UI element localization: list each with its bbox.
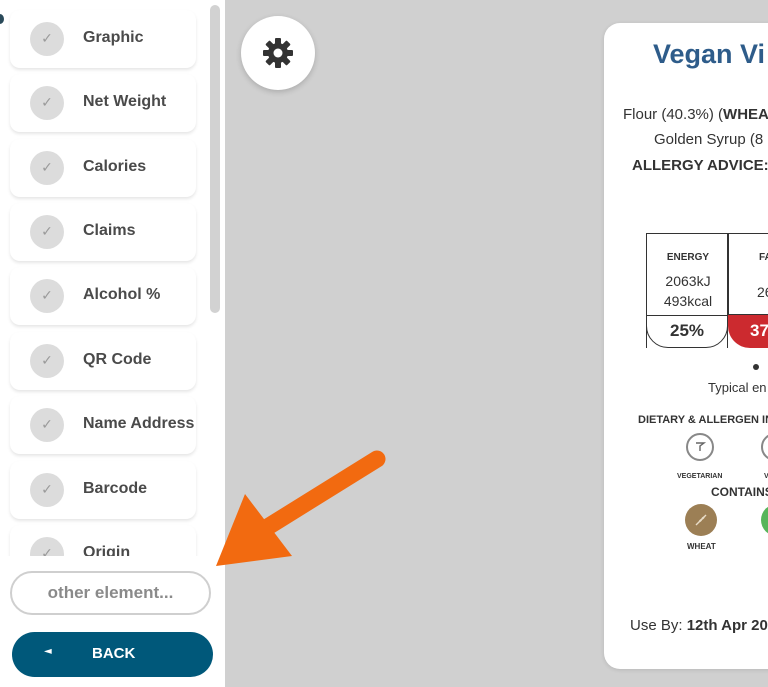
dietary-heading: DIETARY & ALLERGEN IN — [638, 414, 768, 426]
ingredients-line-2: Golden Syrup (8 — [654, 131, 764, 148]
sidebar-item-net-weight[interactable]: ✓ Net Weight — [10, 74, 196, 132]
allergy-advice: ALLERGY ADVICE: I — [632, 157, 768, 174]
contains-heading: CONTAINS — [711, 485, 768, 499]
check-icon[interactable]: ✓ — [30, 151, 64, 185]
back-button[interactable]: ◄ BACK — [12, 632, 213, 677]
vegetarian-icon — [686, 433, 714, 461]
wheat-label: WHEAT — [687, 542, 716, 551]
other-element-input[interactable] — [10, 571, 211, 615]
typical-energy-note: Typical en — [708, 380, 767, 395]
sidebar-item-label: Name Address — [83, 415, 195, 432]
sidebar-item-label: Origin — [83, 544, 131, 556]
check-icon[interactable]: ✓ — [30, 279, 64, 313]
use-by-prefix: Use By: — [630, 617, 687, 634]
ingredients-line: Flour (40.3%) (WHEA — [623, 106, 768, 123]
sidebar-item-alcohol[interactable]: ✓ Alcohol % — [10, 267, 196, 325]
fat-title: FA — [759, 252, 768, 263]
vegan-icon — [761, 433, 768, 461]
sidebar-item-barcode[interactable]: ✓ Barcode — [10, 461, 196, 519]
check-icon[interactable]: ✓ — [30, 344, 64, 378]
energy-kj: 2063kJ — [665, 273, 711, 289]
sidebar-item-label: Barcode — [83, 480, 148, 497]
sidebar-item-name-address[interactable]: ✓ Name Address — [10, 396, 196, 454]
check-icon[interactable]: ✓ — [30, 473, 64, 507]
ingredients-text: Flour (40.3%) ( — [623, 106, 724, 123]
allergen-icon — [761, 504, 768, 536]
energy-kcal: 493kcal — [663, 293, 713, 309]
energy-title: ENERGY — [666, 252, 710, 263]
fat-box: FA 26 — [728, 233, 768, 315]
sidebar-item-calories[interactable]: ✓ Calories — [10, 139, 196, 197]
sidebar-item-label: QR Code — [83, 351, 152, 368]
sidebar-item-claims[interactable]: ✓ Claims — [10, 203, 196, 261]
sidebar-item-qr-code[interactable]: ✓ QR Code — [10, 332, 196, 390]
sidebar-item-label: Graphic — [83, 29, 144, 46]
sidebar-item-label: Claims — [83, 222, 136, 239]
use-by-date: 12th Apr 20 — [686, 617, 768, 634]
element-panel: ✓ Graphic ✓ Net Weight ✓ Calories ✓ Clai… — [0, 0, 225, 687]
back-arrow-icon: ◄ — [44, 646, 52, 657]
gear-icon — [263, 38, 293, 68]
fat-percent: 37 — [728, 315, 768, 348]
back-label: BACK — [92, 645, 136, 662]
scrollbar-thumb[interactable] — [210, 5, 220, 313]
ingredients-allergen: WHEA — [723, 106, 768, 123]
sidebar-item-graphic[interactable]: ✓ Graphic — [10, 10, 196, 68]
fat-value: 26 — [757, 284, 768, 300]
check-icon[interactable]: ✓ — [30, 408, 64, 442]
sidebar-item-label: Net Weight — [83, 93, 167, 110]
label-preview: Vegan Vi Flour (40.3%) (WHEA Golden Syru… — [604, 23, 768, 669]
sidebar-item-label: Calories — [83, 158, 147, 175]
product-title: Vegan Vi — [653, 39, 766, 69]
check-icon[interactable]: ✓ — [30, 537, 64, 556]
check-icon[interactable]: ✓ — [30, 22, 64, 56]
energy-percent: 25% — [646, 315, 728, 348]
use-by: Use By: 12th Apr 20 — [630, 617, 768, 634]
settings-button[interactable] — [241, 16, 315, 90]
wheat-icon — [685, 504, 717, 536]
vegetarian-label: VEGETARIAN — [677, 473, 723, 480]
check-icon[interactable]: ✓ — [30, 86, 64, 120]
element-list: ✓ Graphic ✓ Net Weight ✓ Calories ✓ Clai… — [0, 0, 205, 556]
sidebar-item-origin[interactable]: ✓ Origin — [10, 525, 196, 556]
vegan-label: V — [764, 473, 768, 480]
bullet-dot — [753, 364, 759, 370]
check-icon[interactable]: ✓ — [30, 215, 64, 249]
sidebar-item-label: Alcohol % — [83, 286, 161, 303]
